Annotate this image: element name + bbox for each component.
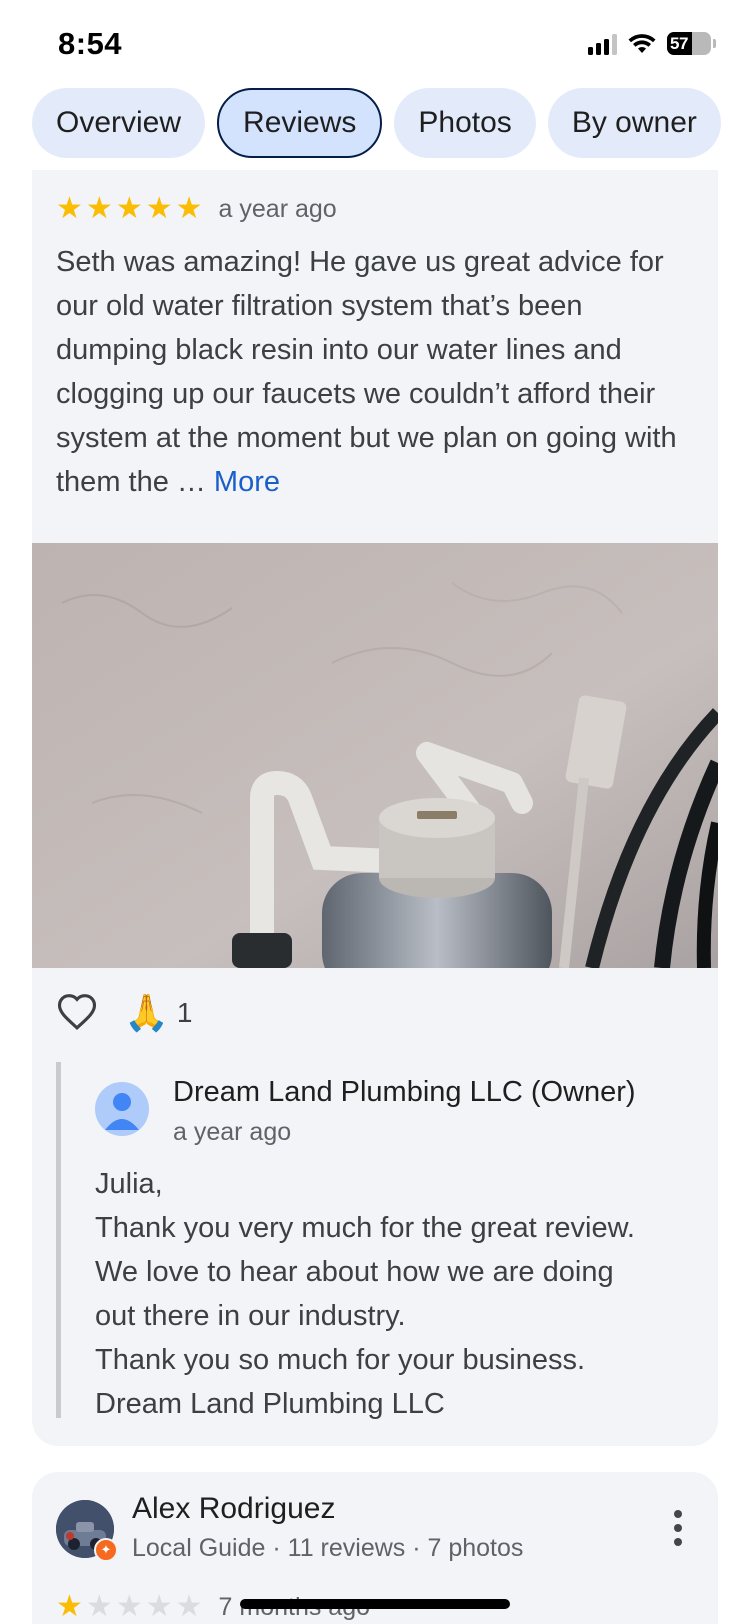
review-text: Seth was amazing! He gave us great advic…	[56, 240, 696, 504]
review-reactions: 🙏 1	[56, 992, 192, 1034]
more-link[interactable]: More	[214, 466, 280, 498]
status-icons: 57	[588, 32, 716, 55]
local-guide-badge-icon: ✦	[94, 1538, 118, 1562]
star-rating: ★ ★ ★ ★ ★	[56, 194, 203, 224]
owner-reply-time: a year ago	[173, 1118, 292, 1146]
status-time: 8:54	[58, 26, 123, 61]
owner-reply-line: out there in our industry.	[95, 1300, 406, 1332]
owner-reply-line: Julia,	[95, 1168, 163, 1200]
owner-avatar	[95, 1082, 149, 1136]
heart-icon[interactable]	[56, 992, 98, 1034]
reviews-screen: 8:54 57 Overview Reviews Photos By owner	[0, 0, 750, 1624]
star-icon: ★	[56, 1590, 83, 1623]
owner-reply-text: Julia, Thank you very much for the great…	[95, 1162, 695, 1426]
review-time: a year ago	[218, 194, 337, 223]
owner-name: Dream Land Plumbing LLC (Owner)	[173, 1076, 636, 1108]
tab-reviews[interactable]: Reviews	[217, 88, 383, 158]
wifi-icon	[628, 33, 656, 53]
battery-cap	[713, 39, 716, 48]
person-icon	[105, 1093, 139, 1130]
star-rating: ★ ★ ★ ★ ★	[56, 1592, 203, 1622]
star-icon: ★	[115, 1590, 143, 1623]
reviewer-stats: Local Guide · 11 reviews · 7 photos	[132, 1534, 524, 1562]
more-options-icon[interactable]	[674, 1510, 682, 1546]
home-indicator[interactable]	[240, 1599, 510, 1609]
reviewer-name[interactable]: Alex Rodriguez	[132, 1492, 335, 1526]
tab-photos[interactable]: Photos	[394, 88, 536, 158]
review-body: Seth was amazing! He gave us great advic…	[56, 246, 677, 498]
battery-icon: 57	[667, 32, 711, 55]
owner-reply-line: Thank you so much for your business.	[95, 1344, 586, 1376]
star-icon: ★	[85, 192, 113, 225]
star-icon: ★	[175, 1590, 203, 1623]
tab-overview[interactable]: Overview	[32, 88, 206, 158]
cellular-signal-icon	[588, 33, 617, 55]
owner-reply: Dream Land Plumbing LLC (Owner) a year a…	[56, 1062, 696, 1420]
review-photo[interactable]	[32, 543, 718, 968]
reaction-count: 1	[176, 997, 193, 1028]
battery-percent: 57	[670, 33, 688, 53]
star-icon: ★	[56, 192, 83, 225]
owner-reply-line: Dream Land Plumbing LLC	[95, 1388, 445, 1420]
review-meta: ★ ★ ★ ★ ★ a year ago	[56, 194, 337, 224]
star-icon: ★	[115, 192, 143, 225]
review-card: ★ ★ ★ ★ ★ a year ago Seth was amazing! He ga…	[32, 170, 718, 1446]
star-icon: ★	[145, 192, 173, 225]
star-icon: ★	[175, 192, 203, 225]
tab-by-owner[interactable]: By owner	[547, 88, 721, 158]
status-bar: 8:54 57	[0, 0, 750, 90]
water-filter-photo	[32, 543, 718, 968]
pray-reaction-icon[interactable]: 🙏	[124, 993, 169, 1033]
reviewer-avatar[interactable]: ✦	[56, 1500, 118, 1562]
owner-reply-line: Thank you very much for the great review…	[95, 1212, 635, 1244]
star-icon: ★	[85, 1590, 113, 1623]
place-tabs: Overview Reviews Photos By owner	[32, 88, 721, 158]
star-icon: ★	[145, 1590, 173, 1623]
owner-reply-line: We love to hear about how we are doing	[95, 1256, 614, 1288]
